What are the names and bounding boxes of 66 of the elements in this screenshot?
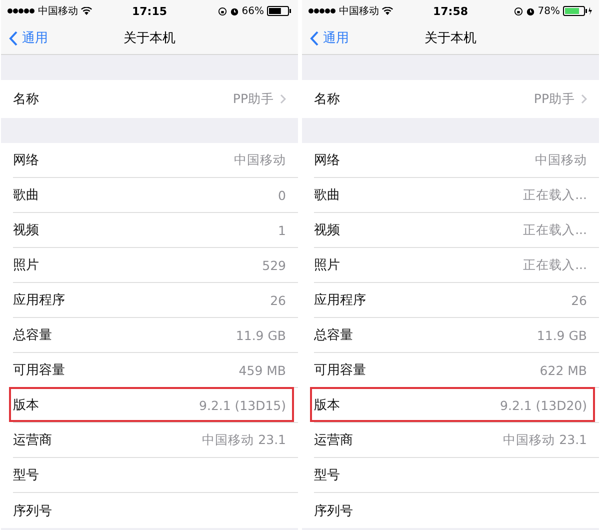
alarm-icon (230, 6, 239, 16)
rotation-lock-icon (218, 6, 227, 16)
row-value: 11.9 GB (236, 328, 286, 342)
row-label: 可用容量 (314, 362, 367, 379)
chevron-left-icon (310, 30, 319, 46)
row-value[interactable]: PP助手 (534, 90, 575, 108)
back-button[interactable]: 通用 (1, 28, 54, 48)
row-value: 9.2.1 (13D20) (500, 398, 587, 412)
battery-percent: 66% (242, 6, 264, 16)
row-label: 序列号 (13, 502, 53, 520)
signal-icon (308, 8, 336, 14)
nav-title: 关于本机 (424, 31, 476, 46)
row-label: 应用程序 (13, 292, 66, 309)
row-label: 应用程序 (314, 292, 367, 309)
row-value: 622 MB (540, 362, 587, 378)
row-label: 序列号 (314, 502, 354, 520)
row-value: 459 MB (238, 362, 286, 378)
row-value: 中国移动 (234, 152, 286, 168)
battery-percent: 78% (538, 6, 560, 16)
wifi-icon (382, 7, 393, 15)
back-button[interactable]: 通用 (302, 28, 355, 48)
row-label: 视频 (314, 222, 341, 239)
row-value: 529 (262, 258, 286, 272)
signal-icon (7, 8, 35, 14)
row-value: 中国移动 23.1 (503, 432, 587, 448)
row-label: 版本 (314, 397, 341, 414)
row-label: 名称 (314, 91, 341, 108)
row-value: 正在载入... (523, 256, 587, 274)
row-label: 型号 (314, 467, 341, 484)
row-label: 网络 (13, 152, 40, 169)
row-label: 名称 (13, 91, 40, 108)
row-label: 总容量 (13, 327, 53, 344)
status-time: 17:58 (433, 4, 468, 18)
chevron-right-icon[interactable] (581, 94, 587, 104)
row-value: 26 (270, 292, 286, 308)
row-label: 运营商 (13, 432, 53, 449)
row-value: 1 (278, 222, 286, 238)
row-label: 网络 (314, 152, 341, 169)
chevron-right-icon[interactable] (280, 94, 286, 104)
row-label: 型号 (13, 467, 40, 484)
status-time: 17:15 (132, 4, 168, 18)
row-label: 可用容量 (13, 362, 66, 379)
row-value[interactable]: PP助手 (232, 90, 274, 108)
row-value: 正在载入... (523, 222, 587, 238)
wifi-icon (81, 7, 92, 15)
alarm-icon (526, 6, 535, 16)
row-label: 总容量 (314, 327, 354, 344)
row-label: 歌曲 (13, 187, 40, 204)
row-label: 视频 (13, 222, 40, 239)
row-value: 中国移动 (535, 152, 587, 168)
rotation-lock-icon (514, 6, 523, 16)
row-value: 11.9 GB (536, 328, 587, 342)
row-value: 正在载入... (523, 186, 587, 204)
row-value: 26 (571, 292, 587, 308)
carrier-name: 中国移动 (38, 4, 78, 18)
chevron-left-icon (9, 30, 18, 46)
row-label: 歌曲 (314, 187, 341, 204)
nav-title: 关于本机 (124, 31, 176, 46)
row-label: 版本 (13, 397, 40, 414)
row-value: 中国移动 23.1 (202, 432, 286, 448)
row-value: 9.2.1 (13D15) (199, 398, 286, 412)
row-value: 0 (278, 188, 286, 202)
row-label: 照片 (314, 257, 341, 274)
carrier-name: 中国移动 (339, 4, 379, 18)
row-label: 运营商 (314, 432, 354, 449)
row-label: 照片 (13, 257, 40, 274)
